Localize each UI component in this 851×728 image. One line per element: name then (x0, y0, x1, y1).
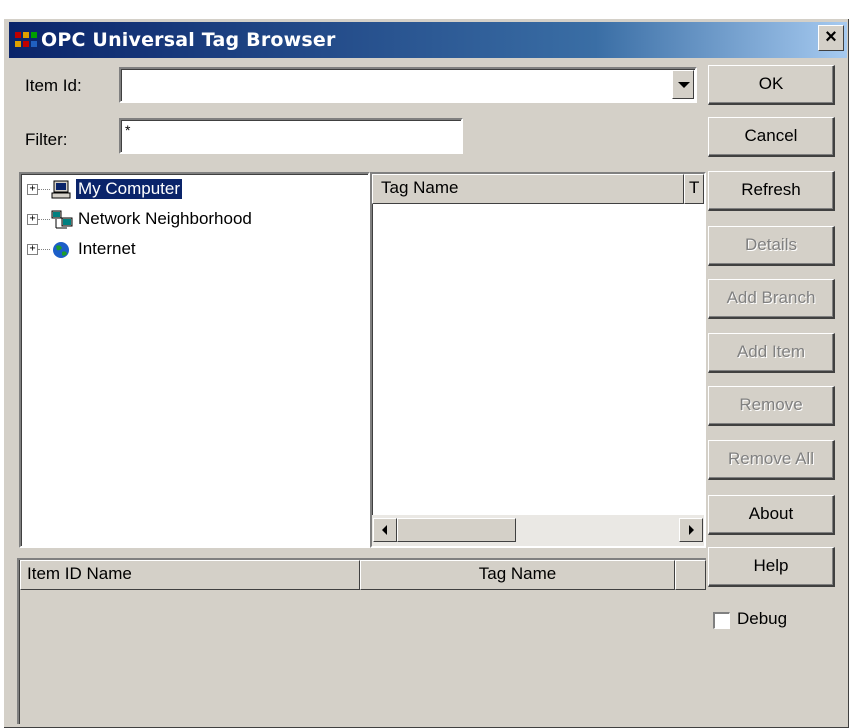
item-id-label: Item Id: (25, 76, 82, 95)
add-item-button[interactable]: Add Item (708, 333, 835, 373)
tree-item-label: Internet (78, 239, 136, 258)
item-list-view[interactable]: Item ID Name Tag Name (17, 558, 706, 724)
filter-label: Filter: (25, 130, 68, 149)
expand-icon[interactable]: + (27, 244, 38, 255)
expand-icon[interactable]: + (27, 214, 38, 225)
chevron-down-icon (678, 82, 690, 88)
debug-label[interactable]: Debug (737, 609, 787, 629)
computer-icon (51, 180, 71, 199)
filter-value: * (125, 122, 131, 138)
filter-input[interactable]: * (119, 118, 463, 154)
debug-checkbox[interactable] (713, 612, 730, 629)
tag-name-column-header[interactable]: Tag Name (372, 174, 684, 204)
item-id-combobox[interactable] (119, 67, 697, 103)
type-column-header[interactable]: T (684, 174, 704, 204)
scroll-thumb[interactable] (397, 518, 516, 542)
title-bar[interactable]: OPC Universal Tag Browser × (9, 22, 847, 58)
tree-view[interactable]: + My Computer + Network Neighborhood + I… (19, 172, 370, 548)
close-icon: × (825, 26, 837, 48)
expand-icon[interactable]: + (27, 184, 38, 195)
help-button[interactable]: Help (708, 547, 835, 587)
app-icon (15, 32, 37, 47)
tree-connector (38, 249, 50, 250)
arrow-right-icon (689, 525, 694, 535)
close-button[interactable]: × (818, 25, 844, 51)
tree-connector (38, 189, 50, 190)
remove-button[interactable]: Remove (708, 386, 835, 426)
remove-all-button[interactable]: Remove All (708, 440, 835, 480)
cancel-button[interactable]: Cancel (708, 117, 835, 157)
item-id-name-column-header[interactable]: Item ID Name (20, 560, 360, 590)
arrow-left-icon (382, 525, 387, 535)
network-icon (51, 210, 73, 229)
window-title: OPC Universal Tag Browser (41, 29, 336, 51)
tag-list-view[interactable]: Tag Name T (370, 172, 706, 548)
ok-button[interactable]: OK (708, 65, 835, 105)
item-id-dropdown-button[interactable] (672, 70, 694, 99)
add-branch-button[interactable]: Add Branch (708, 279, 835, 319)
tree-item-label: My Computer (76, 179, 183, 199)
item-tag-name-column-header[interactable]: Tag Name (360, 560, 675, 590)
scroll-right-button[interactable] (679, 518, 703, 542)
tree-connector (38, 219, 50, 220)
extra-column-header[interactable] (675, 560, 706, 590)
globe-icon (53, 242, 69, 258)
tree-item-label: Network Neighborhood (78, 209, 252, 228)
details-button[interactable]: Details (708, 226, 835, 266)
scroll-left-button[interactable] (373, 518, 397, 542)
about-button[interactable]: About (708, 495, 835, 535)
refresh-button[interactable]: Refresh (708, 171, 835, 211)
